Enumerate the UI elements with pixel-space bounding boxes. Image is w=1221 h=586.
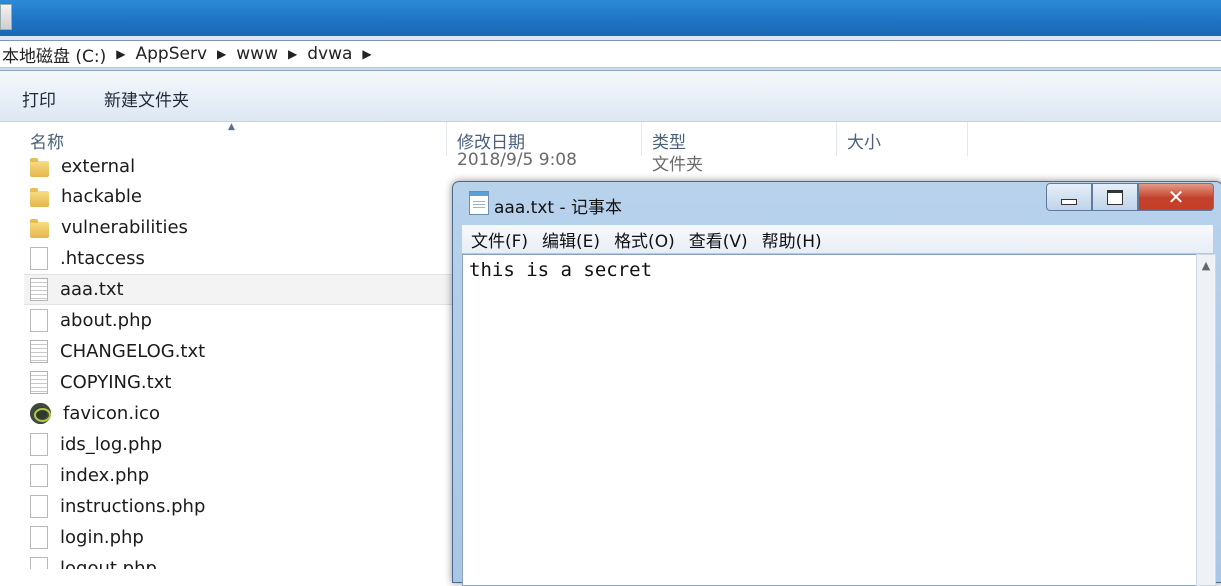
column-header-row: ▲ 名称 修改日期 类型 大小 bbox=[0, 122, 1221, 156]
file-name: ids_log.php bbox=[60, 434, 163, 455]
folder-icon bbox=[30, 187, 49, 207]
column-header-size[interactable]: 大小 bbox=[837, 122, 968, 156]
file-name: aaa.txt bbox=[60, 279, 124, 300]
menu-file[interactable]: 文件(F) bbox=[471, 227, 528, 252]
notepad-content: this is a secret bbox=[469, 259, 653, 281]
file-name: logout.php bbox=[60, 558, 157, 569]
notepad-text-area[interactable]: this is a secret bbox=[462, 254, 1197, 586]
print-button[interactable]: 打印 bbox=[22, 86, 56, 111]
menu-format[interactable]: 格式(O) bbox=[614, 227, 675, 252]
address-bar: 本地磁盘 (C:) ▶ AppServ ▶ www ▶ dvwa ▶ bbox=[0, 36, 1221, 71]
close-button[interactable]: ✕ bbox=[1138, 183, 1214, 211]
breadcrumb[interactable]: 本地磁盘 (C:) ▶ AppServ ▶ www ▶ dvwa ▶ bbox=[0, 40, 1221, 68]
text-file-icon bbox=[30, 371, 48, 394]
notepad-window: aaa.txt - 记事本 ✕ 文件(F) 编辑(E) 格式(O) 查看(V) … bbox=[452, 181, 1221, 586]
file-icon bbox=[30, 557, 48, 569]
minimize-button[interactable] bbox=[1046, 183, 1092, 211]
command-toolbar: 打印 新建文件夹 bbox=[0, 71, 1221, 122]
breadcrumb-arrow-icon[interactable]: ▶ bbox=[284, 47, 301, 61]
file-icon bbox=[30, 309, 48, 332]
notepad-menu-bar: 文件(F) 编辑(E) 格式(O) 查看(V) 帮助(H) bbox=[462, 225, 1213, 254]
list-item[interactable]: ids_log.php bbox=[24, 429, 454, 460]
close-icon: ✕ bbox=[1167, 185, 1185, 209]
folder-icon bbox=[30, 157, 49, 177]
file-name: favicon.ico bbox=[63, 403, 160, 424]
list-item[interactable]: hackable bbox=[24, 181, 454, 212]
maximize-button[interactable] bbox=[1092, 183, 1138, 211]
file-name: .htaccess bbox=[60, 248, 145, 269]
text-file-icon bbox=[30, 340, 48, 363]
list-item[interactable]: COPYING.txt bbox=[24, 367, 454, 398]
breadcrumb-arrow-icon[interactable]: ▶ bbox=[213, 47, 230, 61]
minimize-icon bbox=[1061, 199, 1077, 205]
file-icon bbox=[30, 433, 48, 456]
file-icon bbox=[30, 464, 48, 487]
breadcrumb-dvwa[interactable]: dvwa bbox=[301, 44, 358, 64]
file-name: COPYING.txt bbox=[60, 372, 172, 393]
breadcrumb-appserv[interactable]: AppServ bbox=[130, 44, 214, 64]
breadcrumb-arrow-icon[interactable]: ▶ bbox=[358, 47, 375, 61]
list-item[interactable]: instructions.php bbox=[24, 491, 454, 522]
favicon-icon bbox=[30, 403, 51, 424]
file-icon bbox=[30, 495, 48, 518]
explorer-title-bar bbox=[0, 0, 1221, 36]
new-folder-button[interactable]: 新建文件夹 bbox=[104, 86, 189, 111]
menu-view[interactable]: 查看(V) bbox=[689, 227, 748, 252]
breadcrumb-drive[interactable]: 本地磁盘 (C:) bbox=[0, 42, 112, 67]
column-header-name[interactable]: 名称 bbox=[20, 122, 447, 156]
file-name: external bbox=[61, 156, 136, 177]
menu-edit[interactable]: 编辑(E) bbox=[542, 227, 600, 252]
notepad-icon bbox=[469, 191, 489, 215]
list-item[interactable]: logout.php bbox=[24, 553, 454, 569]
list-item-selected[interactable]: aaa.txt bbox=[24, 274, 454, 305]
file-name: login.php bbox=[60, 527, 144, 548]
list-item[interactable]: favicon.ico bbox=[24, 398, 454, 429]
file-name: hackable bbox=[61, 186, 142, 207]
list-item[interactable]: about.php bbox=[24, 305, 454, 336]
breadcrumb-www[interactable]: www bbox=[230, 44, 284, 64]
file-name: index.php bbox=[60, 465, 150, 486]
list-item[interactable]: CHANGELOG.txt bbox=[24, 336, 454, 367]
list-item[interactable]: login.php bbox=[24, 522, 454, 553]
file-icon bbox=[30, 247, 48, 270]
row-type: 文件夹 bbox=[652, 155, 703, 175]
file-name: about.php bbox=[60, 310, 152, 331]
folder-icon bbox=[30, 218, 49, 238]
file-name: CHANGELOG.txt bbox=[60, 341, 206, 362]
list-item[interactable]: vulnerabilities bbox=[24, 212, 454, 243]
explorer-app-icon bbox=[0, 4, 12, 30]
vertical-scrollbar[interactable]: ▲ bbox=[1196, 254, 1216, 586]
maximize-icon bbox=[1107, 189, 1123, 205]
file-list: external hackable vulnerabilities .htacc… bbox=[0, 154, 460, 569]
list-item[interactable]: external bbox=[24, 154, 454, 182]
notepad-title: aaa.txt - 记事本 bbox=[494, 198, 622, 218]
file-name: vulnerabilities bbox=[61, 217, 188, 238]
window-controls: ✕ bbox=[1046, 183, 1214, 211]
file-icon bbox=[30, 526, 48, 549]
row-date: 2018/9/5 9:08 bbox=[457, 150, 577, 170]
list-item[interactable]: .htaccess bbox=[24, 243, 454, 274]
file-name: instructions.php bbox=[60, 496, 206, 517]
text-file-icon bbox=[30, 278, 48, 301]
menu-help[interactable]: 帮助(H) bbox=[762, 227, 822, 252]
list-item[interactable]: index.php bbox=[24, 460, 454, 491]
scroll-up-icon[interactable]: ▲ bbox=[1197, 255, 1215, 275]
breadcrumb-arrow-icon[interactable]: ▶ bbox=[112, 47, 129, 61]
